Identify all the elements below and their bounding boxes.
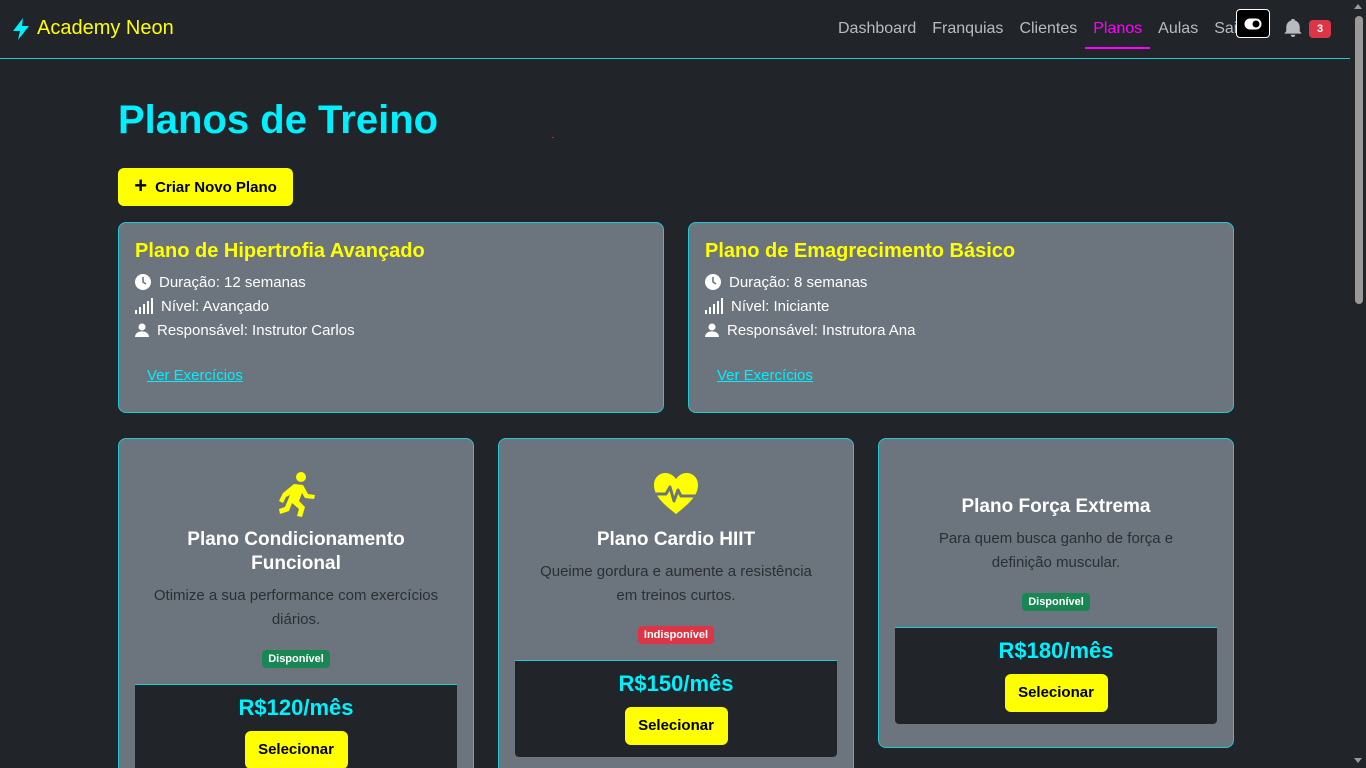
person-icon <box>705 323 719 337</box>
offer-price: R$150/mês <box>618 671 734 696</box>
offer-price: R$120/mês <box>238 695 354 720</box>
plan-responsible: Responsável: Instrutor Carlos <box>135 318 647 342</box>
status-badge: Disponível <box>1022 593 1090 611</box>
page-scrollbar[interactable] <box>1351 0 1366 768</box>
heart-pulse-icon <box>652 473 700 514</box>
plan-duration: Duração: 12 semanas <box>135 270 647 294</box>
nav-links: Dashboard Franquias Clientes Planos Aula… <box>830 0 1251 58</box>
clock-icon <box>135 274 151 290</box>
price-box: R$120/mês Selecionar <box>135 684 457 768</box>
plan-title: Plano de Emagrecimento Básico <box>705 240 1016 262</box>
nav-link-franquias[interactable]: Franquias <box>924 0 1011 58</box>
offer-title: Plano Força Extrema <box>961 496 1151 517</box>
select-plan-button[interactable]: Selecionar <box>1004 674 1108 712</box>
scroll-down-arrow[interactable] <box>1354 758 1362 763</box>
view-exercises-link[interactable]: Ver Exercícios <box>147 367 243 384</box>
theme-toggle-button[interactable] <box>1236 9 1270 38</box>
scroll-up-arrow[interactable] <box>1354 4 1362 9</box>
plan-level: Nível: Avançado <box>135 294 647 318</box>
plus-icon: + <box>134 172 148 198</box>
offer-title: Plano Cardio HIIT <box>596 529 756 550</box>
offer-card-condicionamento: Plano Condicionamento Funcional Otimize … <box>118 438 474 768</box>
scroll-thumb[interactable] <box>1355 16 1363 304</box>
plan-responsible: Responsável: Instrutora Ana <box>705 318 1217 342</box>
brand-name: Academy Neon <box>37 17 174 39</box>
price-box: R$180/mês Selecionar <box>895 627 1217 724</box>
offer-card-cardio: Plano Cardio HIIT Queime gordura e aumen… <box>498 438 854 768</box>
notification-badge: 3 <box>1309 20 1331 38</box>
plan-level: Nível: Iniciante <box>705 294 1217 318</box>
signal-bars-icon <box>705 298 723 314</box>
plan-card-emagrecimento: Plano de Emagrecimento Básico Duração: 8… <box>688 222 1234 413</box>
brand-logo[interactable]: Academy Neon <box>11 17 174 40</box>
nav-link-planos[interactable]: Planos <box>1085 0 1151 58</box>
status-badge: Disponível <box>262 650 330 668</box>
lightning-bolt-icon <box>13 17 29 40</box>
nav-link-dashboard[interactable]: Dashboard <box>830 0 924 58</box>
view-exercises-link[interactable]: Ver Exercícios <box>717 367 813 384</box>
offer-title: Plano Condicionamento Funcional <box>187 529 405 574</box>
plan-title: Plano de Hipertrofia Avançado <box>135 240 425 262</box>
select-plan-button[interactable]: Selecionar <box>624 707 728 745</box>
offer-description: Para quem busca ganho de força e definiç… <box>938 530 1174 571</box>
status-badge: Indisponível <box>637 626 715 644</box>
person-icon <box>135 323 149 337</box>
toggle-icon <box>1244 18 1262 29</box>
plan-duration: Duração: 8 semanas <box>705 270 1217 294</box>
offer-card-forca: Plano Força Extrema Para quem busca ganh… <box>878 438 1234 748</box>
create-plan-label: Criar Novo Plano <box>155 178 277 196</box>
nav-link-aulas[interactable]: Aulas <box>1150 0 1206 58</box>
plan-card-hipertrofia: Plano de Hipertrofia Avançado Duração: 1… <box>118 222 664 413</box>
running-person-icon <box>279 472 315 517</box>
offer-price: R$180/mês <box>998 638 1114 663</box>
nav-link-clientes[interactable]: Clientes <box>1011 0 1085 58</box>
top-navbar: Academy Neon Dashboard Franquias Cliente… <box>0 0 1350 59</box>
stray-pixel <box>552 137 554 138</box>
create-plan-button[interactable]: + Criar Novo Plano <box>118 168 293 206</box>
price-box: R$150/mês Selecionar <box>515 660 837 757</box>
offer-description: Otimize a sua performance com exercícios… <box>153 587 439 628</box>
bell-icon[interactable] <box>1284 19 1302 37</box>
clock-icon <box>705 274 721 290</box>
offer-description: Queime gordura e aumente a resistência e… <box>540 563 812 604</box>
signal-bars-icon <box>135 298 153 314</box>
page-title: Planos de Treino <box>118 98 439 142</box>
select-plan-button[interactable]: Selecionar <box>244 731 348 768</box>
